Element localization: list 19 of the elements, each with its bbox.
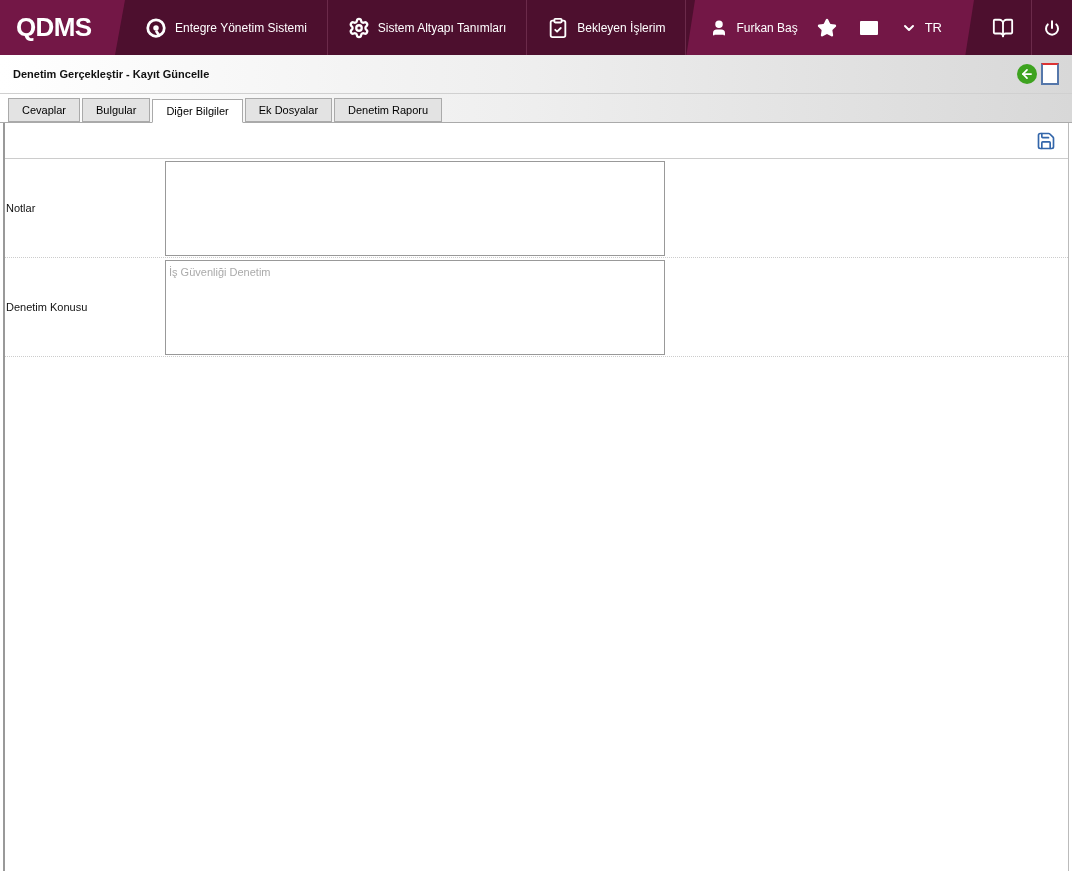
tab[interactable]: Denetim Raporu [334,98,443,122]
settings-icon [347,16,370,39]
tab[interactable]: Cevaplar [8,98,81,122]
user-name[interactable]: Furkan Baş [736,18,798,37]
book-icon[interactable] [991,16,1014,39]
save-icon[interactable] [1036,130,1056,151]
tab[interactable]: Bulgular [82,98,151,122]
q-circle-icon [145,16,167,39]
field-label: Notlar [5,200,37,216]
field-label: Denetim Konusu [5,299,89,315]
back-icon[interactable] [1017,64,1037,84]
text-area[interactable] [165,160,665,256]
tab[interactable]: Ek Dosyalar [244,98,333,122]
power-icon[interactable] [1044,19,1060,36]
language-selector[interactable]: TR [924,17,942,38]
page-title: Denetim Gerçekleştir - Kayıt Güncelle [13,66,210,82]
notepad-icon[interactable] [1041,63,1059,85]
star-icon[interactable] [816,17,837,38]
tab[interactable]: Diğer Bilgiler [152,99,243,123]
